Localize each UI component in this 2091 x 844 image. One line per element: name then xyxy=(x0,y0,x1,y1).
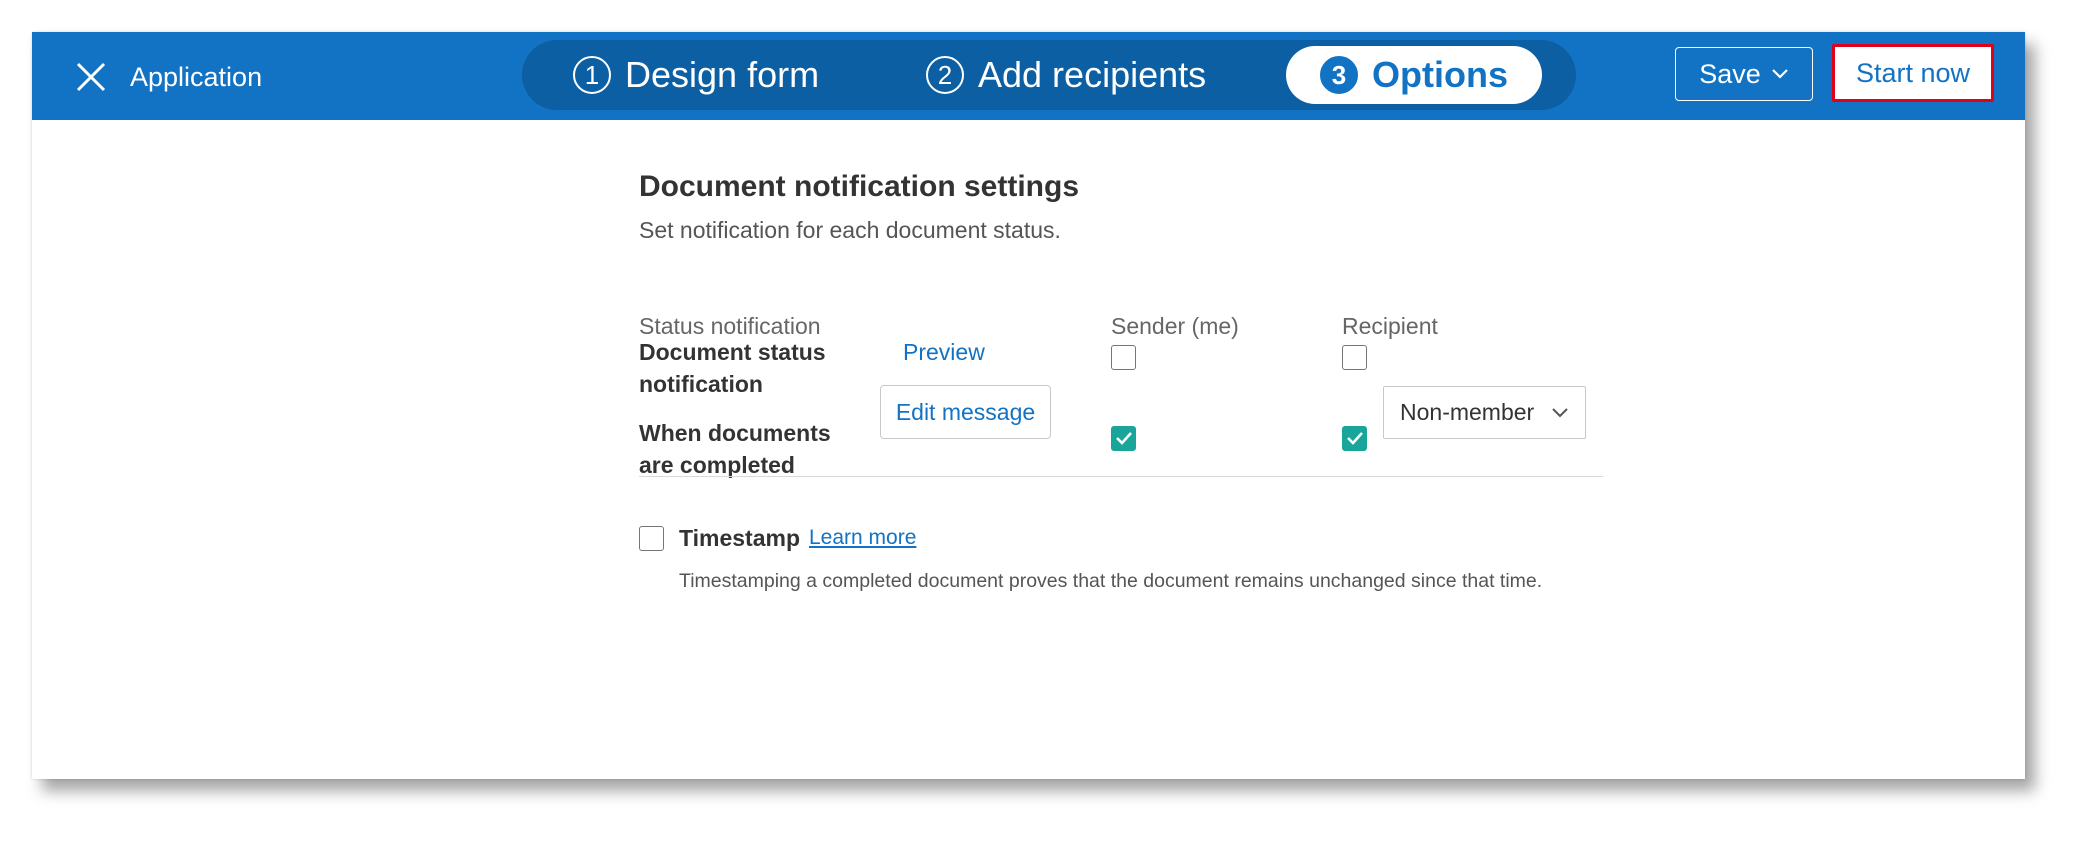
preview-link[interactable]: Preview xyxy=(903,339,985,366)
learn-more-link[interactable]: Learn more xyxy=(809,526,916,550)
close-button[interactable] xyxy=(70,56,112,98)
step-design-form[interactable]: 1 Design form xyxy=(573,46,819,104)
section-title: Document notification settings xyxy=(639,170,1080,203)
step-progress: 1 Design form 2 Add recipients 3 Options xyxy=(522,40,1576,110)
top-bar: Application 1 Design form 2 Add recipien… xyxy=(32,32,2025,120)
column-header-recipient: Recipient xyxy=(1342,313,1438,339)
checkmark-icon xyxy=(1116,432,1132,445)
chevron-down-icon xyxy=(1771,69,1788,79)
step-number: 1 xyxy=(573,56,611,94)
timestamp-description: Timestamping a completed document proves… xyxy=(679,570,1543,592)
edit-message-button[interactable]: Edit message xyxy=(880,385,1051,439)
chevron-down-icon xyxy=(1552,408,1568,418)
sender-status-checkbox[interactable] xyxy=(1111,345,1136,370)
section-divider xyxy=(639,476,1603,477)
step-options[interactable]: 3 Options xyxy=(1286,46,1542,104)
app-title: Application xyxy=(130,62,263,92)
recipient-type-value: Non-member xyxy=(1400,399,1535,425)
row-label-completed: When documents are completed xyxy=(639,420,831,478)
column-header-sender: Sender (me) xyxy=(1111,313,1239,339)
section-subtitle: Set notification for each document statu… xyxy=(639,217,1061,243)
step-number: 3 xyxy=(1320,56,1358,94)
timestamp-checkbox[interactable] xyxy=(639,526,664,551)
timestamp-label: Timestamp xyxy=(679,525,801,551)
sender-completed-checkbox[interactable] xyxy=(1111,426,1136,451)
start-now-button[interactable]: Start now xyxy=(1832,44,1994,102)
step-add-recipients[interactable]: 2 Add recipients xyxy=(926,46,1206,104)
step-label: Design form xyxy=(625,54,820,95)
recipient-completed-checkbox[interactable] xyxy=(1342,426,1367,451)
save-label: Save xyxy=(1699,58,1761,89)
checkmark-icon xyxy=(1347,432,1363,445)
row-label-status-notification: Document status notification xyxy=(639,339,826,397)
recipient-status-checkbox[interactable] xyxy=(1342,345,1367,370)
step-number: 2 xyxy=(926,56,964,94)
step-label: Options xyxy=(1372,54,1508,95)
close-icon xyxy=(76,62,106,92)
options-panel: Document notification settings Set notif… xyxy=(32,120,2025,779)
app-window: Application 1 Design form 2 Add recipien… xyxy=(32,32,2025,779)
step-label: Add recipients xyxy=(978,54,1207,95)
recipient-type-select[interactable]: Non-member xyxy=(1383,386,1586,439)
save-button[interactable]: Save xyxy=(1675,47,1813,101)
